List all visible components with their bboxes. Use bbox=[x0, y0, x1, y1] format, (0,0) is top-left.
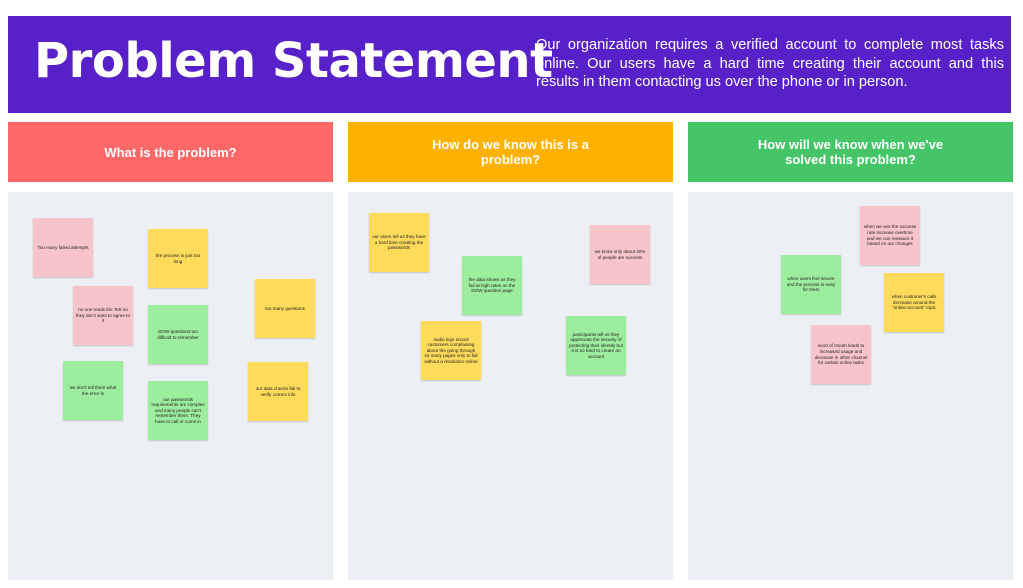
sticky-note[interactable]: our users tell us they have a hard time … bbox=[369, 213, 429, 272]
sticky-note[interactable]: our data checks fail to verify correct i… bbox=[248, 362, 308, 421]
sticky-note[interactable]: Too many failed attempts bbox=[33, 218, 93, 277]
banner-title: Problem Statement bbox=[34, 33, 553, 89]
column-header-how-will-we-know-solved: How will we know when we've solved this … bbox=[688, 122, 1013, 182]
sticky-note[interactable]: our passwords requirements are complex a… bbox=[148, 381, 208, 440]
sticky-note[interactable]: we don't tell them what the error is bbox=[63, 361, 123, 420]
problem-statement-banner: Problem Statement Our organization requi… bbox=[8, 16, 1011, 113]
column-header-how-do-we-know: How do we know this is a problem? bbox=[348, 122, 673, 182]
sticky-note[interactable]: when customer's calls decrease around th… bbox=[884, 273, 944, 332]
sticky-note[interactable]: when we see the success rate increase ov… bbox=[860, 206, 920, 265]
sticky-note[interactable]: no one reads the ToS so they don't want … bbox=[73, 286, 133, 345]
column-board-what-is-the-problem: Too many failed attempts the process is … bbox=[8, 192, 333, 580]
sticky-note[interactable]: the process is just too long bbox=[148, 229, 208, 288]
sticky-note[interactable]: DOW questions too difficult to remember bbox=[148, 305, 208, 364]
sticky-note[interactable]: too many questions bbox=[255, 279, 315, 338]
column-board-how-will-we-know-solved: when we see the success rate increase ov… bbox=[688, 192, 1013, 580]
column-header-what-is-the-problem: What is the problem? bbox=[8, 122, 333, 182]
banner-description: Our organization requires a verified acc… bbox=[536, 37, 1004, 91]
sticky-note[interactable]: when users feel secure and the process i… bbox=[781, 255, 841, 314]
sticky-note[interactable]: word of mouth leads to increased usage a… bbox=[811, 325, 871, 384]
column-board-how-do-we-know: our users tell us they have a hard time … bbox=[348, 192, 673, 580]
sticky-note[interactable]: participants tell us they appreciate the… bbox=[566, 316, 626, 375]
sticky-note[interactable]: we know only about 40% of people are suc… bbox=[590, 225, 650, 284]
sticky-note[interactable]: audio logs record customers complaining … bbox=[421, 321, 481, 380]
sticky-note[interactable]: the data shows us they fail at high rate… bbox=[462, 256, 522, 315]
